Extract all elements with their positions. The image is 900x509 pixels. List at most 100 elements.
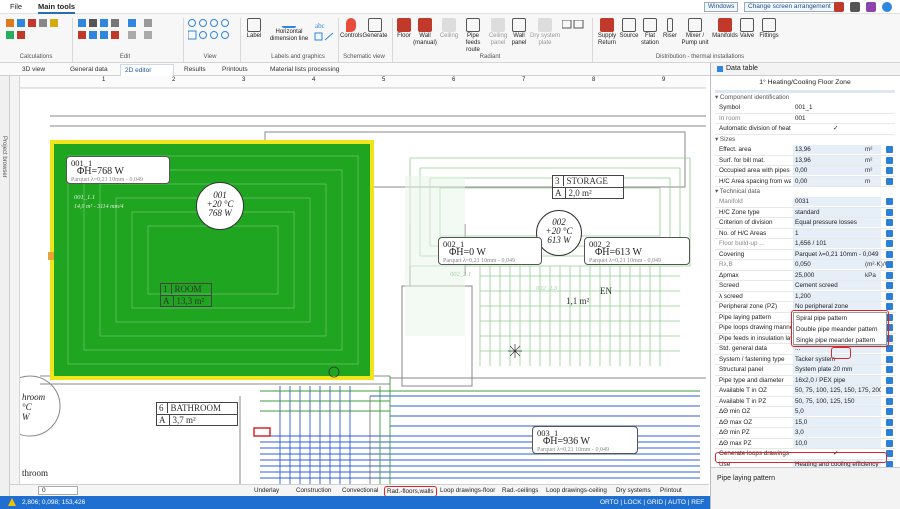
property-value[interactable]: 16x2,0 / PEX pipe bbox=[793, 375, 881, 385]
edit-icon[interactable] bbox=[886, 355, 893, 363]
layer-construction[interactable]: Construction bbox=[296, 486, 331, 495]
project-browser-strip[interactable]: Project browser bbox=[0, 76, 10, 496]
property-value[interactable]: 10,0 bbox=[793, 438, 881, 448]
property-row[interactable]: Criterion of division Equal pressure loss… bbox=[715, 218, 895, 229]
property-row[interactable]: System / fastening type Tacker system bbox=[715, 354, 895, 365]
edit-icon[interactable] bbox=[886, 303, 893, 310]
layer-printout[interactable]: Printout bbox=[660, 486, 682, 495]
print-icon[interactable] bbox=[850, 2, 860, 12]
property-value[interactable]: 50, 75, 100, 125, 150 bbox=[793, 396, 881, 406]
property-row[interactable]: Effect. area 13,96 m² bbox=[715, 145, 895, 156]
info-icon[interactable] bbox=[882, 2, 892, 12]
room-label-6[interactable]: 6 BATHROOM A 3,7 m² bbox=[156, 402, 238, 426]
property-row[interactable]: ΔΘ min PZ 3,0 bbox=[715, 428, 895, 439]
tab-3d-view[interactable]: 3D view bbox=[18, 64, 49, 76]
edit-icon[interactable] bbox=[886, 282, 893, 289]
edit-icon[interactable] bbox=[886, 146, 893, 153]
vertical-toolbar[interactable] bbox=[10, 76, 20, 484]
generate-button[interactable]: Generate bbox=[362, 18, 388, 40]
property-value[interactable]: 001_1 bbox=[793, 103, 881, 112]
property-value[interactable]: System plate 20 mm bbox=[793, 365, 881, 374]
edit-icon[interactable] bbox=[886, 366, 893, 373]
radiant-extra-icons[interactable] bbox=[561, 19, 584, 30]
edit-icon[interactable] bbox=[886, 198, 893, 205]
edit-icons[interactable] bbox=[78, 19, 168, 49]
label-button[interactable]: Label bbox=[243, 18, 265, 40]
project-browser-label[interactable]: Project browser bbox=[1, 136, 7, 178]
calendar-icon[interactable] bbox=[834, 2, 844, 12]
edit-icon[interactable] bbox=[886, 240, 893, 247]
property-value[interactable]: 1,656 / 101 bbox=[793, 239, 881, 248]
ceiling-panel-button[interactable]: Ceiling panel bbox=[487, 18, 509, 47]
edit-icon[interactable] bbox=[886, 167, 893, 174]
edit-icon[interactable] bbox=[886, 250, 893, 258]
calculations-icons[interactable] bbox=[6, 19, 62, 49]
tab-printouts[interactable]: Printouts bbox=[218, 64, 252, 76]
property-row[interactable]: H/C Zone type standard bbox=[715, 207, 895, 218]
property-row[interactable]: Automatic division of heating ...✓ bbox=[715, 124, 895, 135]
riser-button[interactable]: Riser bbox=[661, 18, 679, 40]
tab-general-data[interactable]: General data bbox=[66, 64, 112, 76]
room-label-1[interactable]: 1 ROOM A 13,3 m² bbox=[160, 283, 212, 307]
section-technical-data[interactable]: ▾ Technical data bbox=[715, 187, 895, 196]
property-value[interactable]: 1 bbox=[793, 228, 881, 238]
edit-icon[interactable] bbox=[886, 261, 893, 268]
room-temperature-circle-002[interactable]: 002 +20 °C 613 W bbox=[536, 210, 582, 256]
zone-label-002-1[interactable]: 002_1 ΦH=0 W Parquet λ=0,21 10mm - 0,049 bbox=[438, 237, 542, 265]
mixer-pump-unit-button[interactable]: Mixer / Pump unit bbox=[680, 18, 710, 47]
property-value[interactable]: ✓ bbox=[793, 124, 881, 133]
layer-rad-ceilings[interactable]: Rad.-ceilings bbox=[502, 486, 538, 495]
flat-station-button[interactable]: Flat station bbox=[639, 18, 661, 47]
help-icon[interactable] bbox=[866, 2, 876, 12]
manifolds-button[interactable]: Manifolds bbox=[712, 18, 738, 40]
section-sizes[interactable]: ▾ Sizes bbox=[715, 135, 895, 144]
edit-icon[interactable] bbox=[886, 156, 893, 164]
edit-icon[interactable] bbox=[886, 408, 893, 415]
level-select[interactable]: 0 bbox=[38, 486, 78, 495]
edit-icon[interactable] bbox=[886, 429, 893, 436]
floor-button[interactable]: Floor bbox=[395, 18, 413, 40]
property-row[interactable]: Occupied area with pipes 0,00 m² bbox=[715, 166, 895, 177]
property-value[interactable]: 3,0 bbox=[793, 428, 881, 437]
property-row[interactable]: Available T in PZ 50, 75, 100, 125, 150 bbox=[715, 396, 895, 407]
property-row[interactable]: Manifold 0031 bbox=[715, 197, 895, 208]
edit-icon[interactable] bbox=[886, 397, 893, 405]
edit-icon[interactable] bbox=[886, 292, 893, 300]
wall-panel-button[interactable]: Wall panel bbox=[509, 18, 529, 47]
tab-material-lists-processing[interactable]: Material lists processing bbox=[266, 64, 343, 76]
zone-label-003-1[interactable]: 003_1 ΦH=936 W Parquet λ=0,21 10mm - 0,0… bbox=[532, 426, 638, 454]
source-button[interactable]: Source bbox=[619, 18, 639, 40]
fittings-button[interactable]: Fittings bbox=[757, 18, 781, 40]
property-value[interactable]: 15,0 bbox=[793, 417, 881, 427]
property-row[interactable]: Surf. for bill mat. 13,96 m² bbox=[715, 155, 895, 166]
property-row[interactable]: Rλ,B 0,050 (m²·K)/W bbox=[715, 260, 895, 271]
property-row[interactable]: No. of H/C Areas 1 bbox=[715, 228, 895, 239]
valve-button[interactable]: Valve bbox=[738, 18, 756, 40]
edit-icon[interactable] bbox=[886, 439, 893, 447]
snap-modes[interactable]: ORTO | LOCK | GRID | AUTO | REF bbox=[600, 496, 704, 509]
tab-2d-editor[interactable]: 2D editor bbox=[120, 64, 174, 76]
property-row[interactable]: Covering Parquet λ=0,21 10mm - 0,049 bbox=[715, 249, 895, 260]
property-row[interactable]: Symbol 001_1 bbox=[715, 103, 895, 114]
property-row[interactable]: λ screed 1,200 bbox=[715, 291, 895, 302]
property-value[interactable]: Cement screed bbox=[793, 281, 881, 290]
property-value[interactable]: Parquet λ=0,21 10mm - 0,049 bbox=[793, 249, 881, 259]
windows-menu[interactable]: Windows bbox=[704, 2, 739, 12]
edit-icon[interactable] bbox=[886, 271, 893, 279]
property-value[interactable]: 1,200 bbox=[793, 291, 881, 301]
layer-dry-systems[interactable]: Dry systems bbox=[616, 486, 651, 495]
layer-loop-drawings-floor[interactable]: Loop drawings-floor bbox=[440, 486, 495, 495]
menu-file[interactable]: File bbox=[10, 2, 22, 11]
edit-icon[interactable] bbox=[886, 387, 893, 394]
edit-icon[interactable] bbox=[886, 177, 893, 185]
pipe-feeds-route-button[interactable]: Pipe feeds route bbox=[460, 18, 486, 54]
property-value[interactable]: standard bbox=[793, 207, 881, 217]
property-row[interactable]: H/C Area spacing from wall 0,00 m bbox=[715, 176, 895, 187]
supply-return-button[interactable]: Supply Return bbox=[595, 18, 619, 47]
property-row[interactable]: Δpmax 25,000 kPa bbox=[715, 270, 895, 281]
controls-button[interactable]: Controls bbox=[340, 18, 362, 40]
layer-underlay[interactable]: Underlay bbox=[254, 486, 279, 495]
edit-icon[interactable] bbox=[886, 418, 893, 426]
property-row[interactable]: In room 001 bbox=[715, 114, 895, 124]
property-row[interactable]: Screed Cement screed bbox=[715, 281, 895, 292]
